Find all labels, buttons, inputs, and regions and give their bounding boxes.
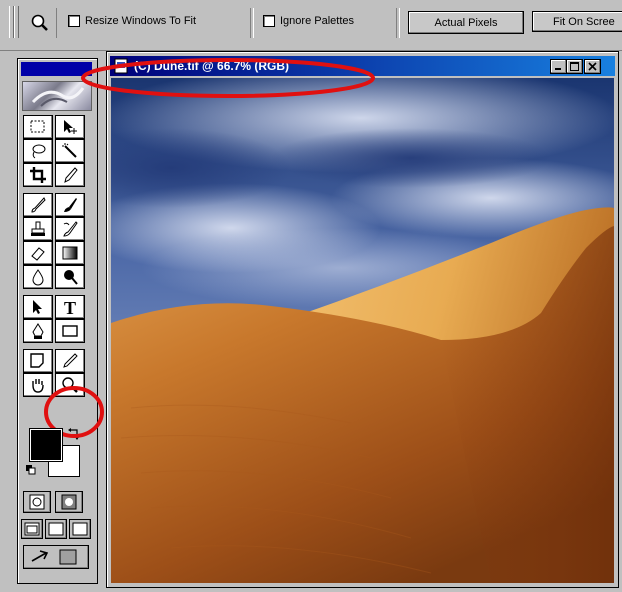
ignore-palettes-label: Ignore Palettes — [280, 15, 354, 27]
separator — [396, 8, 400, 38]
separator — [250, 8, 254, 38]
path-selection-icon[interactable] — [23, 295, 53, 319]
quick-mask-icon[interactable] — [55, 491, 83, 513]
jump-to-imageready-icon[interactable] — [23, 545, 89, 569]
resize-windows-checkbox[interactable]: Resize Windows To Fit — [68, 15, 196, 27]
brush-icon[interactable] — [55, 193, 85, 217]
eyedropper-icon[interactable] — [55, 349, 85, 373]
adobe-logo[interactable] — [22, 81, 92, 111]
blur-icon[interactable] — [23, 265, 53, 289]
gradient-icon[interactable] — [55, 241, 85, 265]
options-bar: Resize Windows To Fit Ignore Palettes Ac… — [0, 0, 622, 51]
hand-icon[interactable] — [23, 373, 53, 397]
color-swatches — [26, 425, 86, 481]
standard-mode-icon[interactable] — [23, 491, 51, 513]
actual-pixels-button[interactable]: Actual Pixels — [408, 11, 524, 34]
minimize-button[interactable] — [550, 59, 567, 74]
close-button[interactable] — [584, 59, 601, 74]
toolbox-title-bar[interactable] — [21, 62, 92, 76]
foreground-color-swatch[interactable] — [29, 428, 63, 462]
maximize-icon — [570, 62, 579, 71]
notes-icon[interactable] — [23, 349, 53, 373]
marquee-icon[interactable] — [23, 115, 53, 139]
resize-windows-label: Resize Windows To Fit — [85, 15, 197, 27]
resize-windows-check[interactable] — [68, 15, 80, 27]
default-colors-icon[interactable] — [26, 465, 36, 475]
options-bar-grip-2[interactable] — [14, 6, 19, 38]
eraser-icon[interactable] — [23, 241, 53, 265]
image-canvas[interactable] — [111, 78, 614, 583]
full-screen-icon[interactable] — [69, 519, 91, 539]
lasso-icon[interactable] — [23, 139, 53, 163]
document-icon[interactable] — [114, 58, 128, 74]
type-icon[interactable]: T — [55, 295, 85, 319]
ignore-palettes-check[interactable] — [263, 15, 275, 27]
slice-icon[interactable] — [55, 163, 85, 187]
fit-on-screen-button[interactable]: Fit On Scree — [532, 11, 622, 32]
document-window: (C) Dune.tif @ 66.7% (RGB) — [106, 51, 619, 588]
ignore-palettes-checkbox[interactable]: Ignore Palettes — [263, 15, 354, 27]
close-icon — [588, 62, 597, 71]
maximize-button[interactable] — [566, 59, 583, 74]
standard-screen-icon[interactable] — [21, 519, 43, 539]
svg-text:T: T — [64, 298, 76, 316]
magic-wand-icon[interactable] — [55, 139, 85, 163]
minimize-icon — [555, 68, 561, 70]
dodge-icon[interactable] — [55, 265, 85, 289]
document-title: (C) Dune.tif @ 66.7% (RGB) — [134, 59, 290, 73]
toolbox: T — [17, 58, 98, 584]
document-title-bar[interactable]: (C) Dune.tif @ 66.7% (RGB) — [110, 56, 615, 76]
pen-icon[interactable] — [23, 319, 53, 343]
full-screen-menu-icon[interactable] — [45, 519, 67, 539]
healing-brush-icon[interactable] — [23, 193, 53, 217]
swap-colors-icon[interactable] — [67, 427, 81, 441]
dune-image — [111, 78, 614, 583]
crop-icon[interactable] — [23, 163, 53, 187]
rectangle-icon[interactable] — [55, 319, 85, 343]
current-tool-zoom-icon[interactable] — [22, 8, 57, 38]
zoom-icon[interactable] — [55, 373, 85, 397]
clone-stamp-icon[interactable] — [23, 217, 53, 241]
move-icon[interactable] — [55, 115, 85, 139]
history-brush-icon[interactable] — [55, 217, 85, 241]
